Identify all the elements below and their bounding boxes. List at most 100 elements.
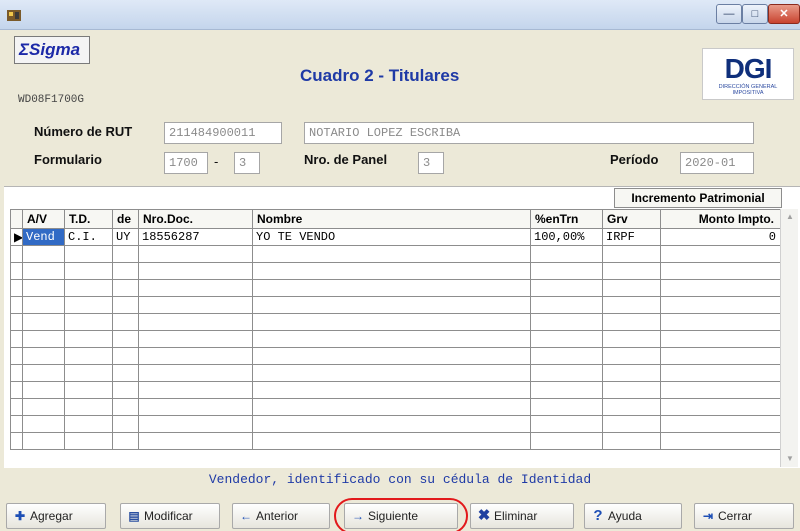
formulario-field[interactable]: 1700 [164,152,208,174]
empty-cell[interactable] [22,313,65,331]
empty-cell[interactable] [252,279,531,297]
empty-cell[interactable] [660,296,781,314]
empty-cell[interactable] [112,313,139,331]
formulario-suffix-field[interactable]: 3 [234,152,260,174]
panel-field[interactable]: 3 [418,152,444,174]
empty-cell[interactable] [112,398,139,416]
empty-cell[interactable] [64,313,113,331]
empty-cell[interactable] [530,432,603,450]
empty-cell[interactable] [252,364,531,382]
empty-table-row[interactable] [10,296,781,314]
empty-cell[interactable] [660,364,781,382]
empty-cell[interactable] [660,415,781,433]
agregar-button[interactable]: ✚ Agregar [6,503,106,529]
eliminar-button[interactable]: ✖ Eliminar [470,503,574,529]
empty-cell[interactable] [22,296,65,314]
empty-cell[interactable] [138,296,253,314]
empty-cell[interactable] [112,245,139,263]
empty-cell[interactable] [138,330,253,348]
empty-cell[interactable] [112,330,139,348]
empty-cell[interactable] [530,313,603,331]
column-header-grv[interactable]: Grv [602,209,661,229]
empty-cell[interactable] [138,347,253,365]
column-header-av[interactable]: A/V [22,209,65,229]
column-header-monto-impto[interactable]: Monto Impto. [660,209,781,229]
empty-cell[interactable] [602,398,661,416]
empty-cell[interactable] [112,279,139,297]
empty-table-row[interactable] [10,313,781,331]
empty-cell[interactable] [112,262,139,280]
scroll-down-icon[interactable]: ▼ [781,451,799,467]
empty-cell[interactable] [64,415,113,433]
anterior-button[interactable]: ← Anterior [232,503,330,529]
empty-cell[interactable] [602,313,661,331]
empty-cell[interactable] [252,432,531,450]
empty-cell[interactable] [252,381,531,399]
empty-table-row[interactable] [10,398,781,416]
cell-monto-impto[interactable]: 0 [660,228,781,246]
empty-cell[interactable] [22,415,65,433]
empty-cell[interactable] [530,245,603,263]
empty-table-row[interactable] [10,432,781,450]
empty-cell[interactable] [252,398,531,416]
empty-cell[interactable] [112,364,139,382]
cell-nombre[interactable]: YO TE VENDO [252,228,531,246]
empty-cell[interactable] [660,432,781,450]
empty-cell[interactable] [660,313,781,331]
empty-cell[interactable] [252,245,531,263]
empty-cell[interactable] [602,330,661,348]
column-header-nro-doc[interactable]: Nro.Doc. [138,209,253,229]
empty-cell[interactable] [252,415,531,433]
empty-cell[interactable] [22,245,65,263]
empty-cell[interactable] [64,432,113,450]
empty-cell[interactable] [660,330,781,348]
empty-cell[interactable] [660,381,781,399]
ayuda-button[interactable]: ? Ayuda [584,503,682,529]
column-header-td[interactable]: T.D. [64,209,113,229]
empty-table-row[interactable] [10,347,781,365]
table-row[interactable]: ▶ Vend C.I. UY 18556287 YO TE VENDO 100,… [10,228,781,246]
empty-cell[interactable] [22,364,65,382]
empty-cell[interactable] [138,381,253,399]
empty-cell[interactable] [660,262,781,280]
empty-cell[interactable] [138,415,253,433]
empty-cell[interactable] [602,347,661,365]
empty-cell[interactable] [252,262,531,280]
empty-cell[interactable] [660,398,781,416]
empty-cell[interactable] [530,347,603,365]
empty-cell[interactable] [64,398,113,416]
empty-cell[interactable] [530,330,603,348]
empty-cell[interactable] [112,296,139,314]
cell-de[interactable]: UY [112,228,139,246]
empty-cell[interactable] [602,364,661,382]
scroll-up-icon[interactable]: ▲ [781,209,799,225]
empty-cell[interactable] [22,381,65,399]
empty-cell[interactable] [602,432,661,450]
column-header-nombre[interactable]: Nombre [252,209,531,229]
cell-av[interactable]: Vend [22,228,65,246]
empty-cell[interactable] [22,279,65,297]
column-header-de[interactable]: de [112,209,139,229]
cerrar-button[interactable]: ⇥ Cerrar [694,503,794,529]
minimize-button[interactable]: — [716,4,742,24]
empty-cell[interactable] [530,398,603,416]
empty-cell[interactable] [112,415,139,433]
empty-cell[interactable] [252,330,531,348]
empty-cell[interactable] [602,296,661,314]
empty-cell[interactable] [64,245,113,263]
empty-cell[interactable] [64,381,113,399]
empty-cell[interactable] [530,381,603,399]
empty-cell[interactable] [530,364,603,382]
empty-cell[interactable] [138,432,253,450]
empty-cell[interactable] [64,279,113,297]
empty-cell[interactable] [252,313,531,331]
empty-table-row[interactable] [10,415,781,433]
empty-cell[interactable] [112,347,139,365]
empty-cell[interactable] [138,398,253,416]
cell-td[interactable]: C.I. [64,228,113,246]
empty-cell[interactable] [64,330,113,348]
empty-cell[interactable] [530,296,603,314]
empty-table-row[interactable] [10,245,781,263]
empty-cell[interactable] [530,279,603,297]
empty-cell[interactable] [660,245,781,263]
